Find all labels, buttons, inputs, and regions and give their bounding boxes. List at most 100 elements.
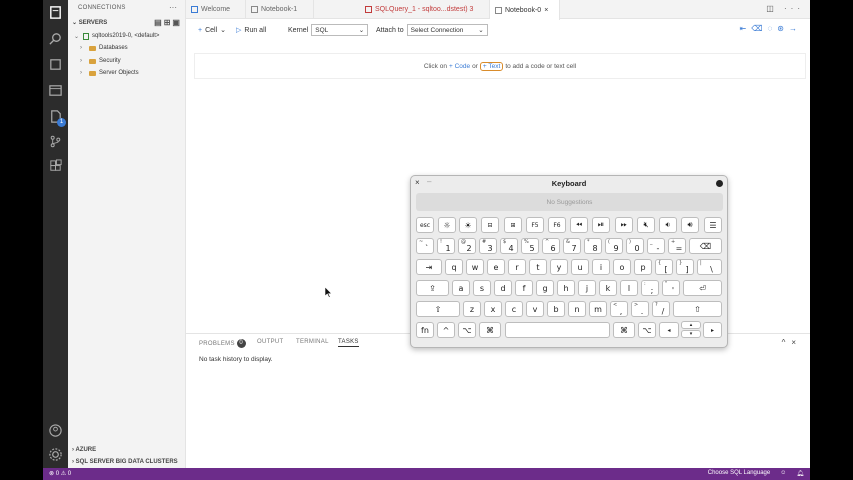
key-u[interactable]: u — [571, 259, 589, 275]
key-return[interactable]: ⏎ — [683, 280, 722, 296]
key-backtick[interactable]: ~ ` — [416, 238, 434, 254]
key-control[interactable]: ^ — [437, 322, 455, 338]
azure-section-header[interactable]: › AZURE — [72, 447, 96, 453]
key-e[interactable]: e — [487, 259, 505, 275]
key-brightness-up[interactable]: ☀ — [459, 217, 477, 233]
key-option[interactable]: ⌥ — [458, 322, 476, 338]
problems-status[interactable]: ⊗ 0 ⚠ 0 — [49, 470, 71, 477]
key-w[interactable]: w — [466, 259, 484, 275]
key-command-left[interactable]: ⌘ — [479, 322, 501, 338]
tab-notebook-1[interactable]: Notebook-1 — [246, 0, 314, 19]
source-file-icon[interactable]: 1 — [47, 108, 66, 127]
key-arrow-down[interactable]: ▾ — [681, 330, 701, 338]
key-backslash[interactable]: | \ — [697, 259, 722, 275]
key-6[interactable]: ^ 6 — [542, 238, 560, 254]
bell-icon[interactable]: 🔔︎ — [796, 470, 804, 477]
key-period[interactable]: >. — [631, 301, 649, 317]
key-y[interactable]: y — [550, 259, 568, 275]
key-f[interactable]: f — [515, 280, 533, 296]
servers-icon[interactable] — [47, 4, 64, 21]
add-text-link[interactable]: + Text — [479, 61, 504, 71]
key-space[interactable] — [505, 322, 610, 338]
tab-bar-actions[interactable]: ◫ ··· — [766, 4, 804, 13]
key-delete[interactable]: ⌫ — [689, 238, 722, 254]
key-equals[interactable]: + = — [668, 238, 686, 254]
key-p[interactable]: p — [634, 259, 652, 275]
key-caps-lock[interactable]: ⇪ — [416, 280, 449, 296]
key-0[interactable]: ) 0 — [626, 238, 644, 254]
extensions-icon[interactable] — [47, 158, 64, 175]
tab-terminal[interactable]: TERMINAL — [296, 339, 329, 345]
key-play-pause[interactable]: ⏯︎ — [592, 217, 610, 233]
key-arrow-up[interactable]: ▴ — [681, 321, 701, 329]
key-v[interactable]: v — [526, 301, 544, 317]
key-mute[interactable]: 🔇︎ — [637, 217, 655, 233]
more-actions-icon[interactable]: ··· — [169, 3, 177, 12]
key-q[interactable]: q — [445, 259, 463, 275]
key-semicolon[interactable]: :; — [641, 280, 659, 296]
tab-sqlquery-1[interactable]: SQLQuery_1 - sqltoo...dstest) 3 — [360, 0, 490, 19]
key-z[interactable]: z — [463, 301, 481, 317]
tab-tasks[interactable]: TASKS — [338, 339, 359, 347]
close-panel-icon[interactable]: × — [791, 338, 802, 347]
key-5[interactable]: % 5 — [521, 238, 539, 254]
key-volume-down[interactable]: 🔉︎ — [659, 217, 677, 233]
key-volume-up[interactable]: 🔊︎ — [681, 217, 699, 233]
key-arrow-left[interactable]: ◂ — [659, 322, 679, 338]
key-esc[interactable]: esc — [416, 217, 434, 233]
toolbar-right-icons[interactable]: ⇤⌫◌⊛→ — [740, 24, 802, 33]
options-icon[interactable] — [716, 180, 723, 187]
key-f5[interactable]: F5 — [526, 217, 544, 233]
key-menu[interactable]: ☰ — [704, 217, 722, 233]
kernel-select[interactable]: SQL ⌄ — [311, 24, 369, 36]
key-x[interactable]: x — [484, 301, 502, 317]
key-launchpad[interactable]: ⊞ — [504, 217, 522, 233]
key-d[interactable]: d — [494, 280, 512, 296]
key-right-bracket[interactable]: }] — [676, 259, 694, 275]
key-left-shift[interactable]: ⇧ — [416, 301, 460, 317]
key-7[interactable]: & 7 — [563, 238, 581, 254]
key-9[interactable]: (9 — [605, 238, 623, 254]
notebooks-icon[interactable] — [47, 82, 64, 99]
server-node[interactable]: ⌄ sqltools2019-0, <default> — [74, 31, 159, 41]
key-arrow-right[interactable]: ▸ — [703, 322, 722, 338]
key-8[interactable]: * 8 — [584, 238, 602, 254]
search-icon[interactable] — [47, 30, 64, 47]
close-icon[interactable]: × — [544, 7, 548, 14]
tab-output[interactable]: OUTPUT — [257, 339, 283, 345]
key-3[interactable]: #3 — [479, 238, 497, 254]
key-b[interactable]: b — [547, 301, 565, 317]
key-quote[interactable]: " ' — [662, 280, 680, 296]
add-cell-button[interactable]: + Cell ⌄ — [198, 24, 226, 36]
key-s[interactable]: s — [473, 280, 491, 296]
panel-actions[interactable]: ^× — [782, 338, 802, 347]
key-o[interactable]: o — [613, 259, 631, 275]
run-all-button[interactable]: ▷ Run all — [236, 24, 266, 36]
key-j[interactable]: j — [578, 280, 596, 296]
big-data-section-header[interactable]: › SQL SERVER BIG DATA CLUSTERS — [72, 459, 178, 465]
key-c[interactable]: c — [505, 301, 523, 317]
tree-item-security[interactable]: › Security — [80, 56, 121, 66]
maximize-panel-icon[interactable]: ^ — [782, 338, 792, 347]
key-minus[interactable]: _ - — [647, 238, 665, 254]
key-tab[interactable]: ⇥ — [416, 259, 442, 275]
key-right-shift[interactable]: ⇧ — [673, 301, 722, 317]
key-slash[interactable]: ? / — [652, 301, 670, 317]
key-i[interactable]: i — [592, 259, 610, 275]
feedback-icon[interactable]: ☺ — [780, 470, 786, 477]
key-option-right[interactable]: ⌥ — [638, 322, 656, 338]
key-n[interactable]: n — [568, 301, 586, 317]
key-mission-control[interactable]: ⊟ — [481, 217, 499, 233]
key-fn[interactable]: fn — [416, 322, 434, 338]
key-left-bracket[interactable]: {[ — [655, 259, 673, 275]
key-4[interactable]: $4 — [500, 238, 518, 254]
key-m[interactable]: m — [589, 301, 607, 317]
key-a[interactable]: a — [452, 280, 470, 296]
key-h[interactable]: h — [557, 280, 575, 296]
key-brightness-down[interactable]: ☼ — [438, 217, 456, 233]
key-l[interactable]: l — [620, 280, 638, 296]
key-k[interactable]: k — [599, 280, 617, 296]
source-control-icon[interactable] — [47, 133, 64, 150]
key-2[interactable]: @2 — [458, 238, 476, 254]
explorer-icon[interactable] — [47, 56, 64, 73]
